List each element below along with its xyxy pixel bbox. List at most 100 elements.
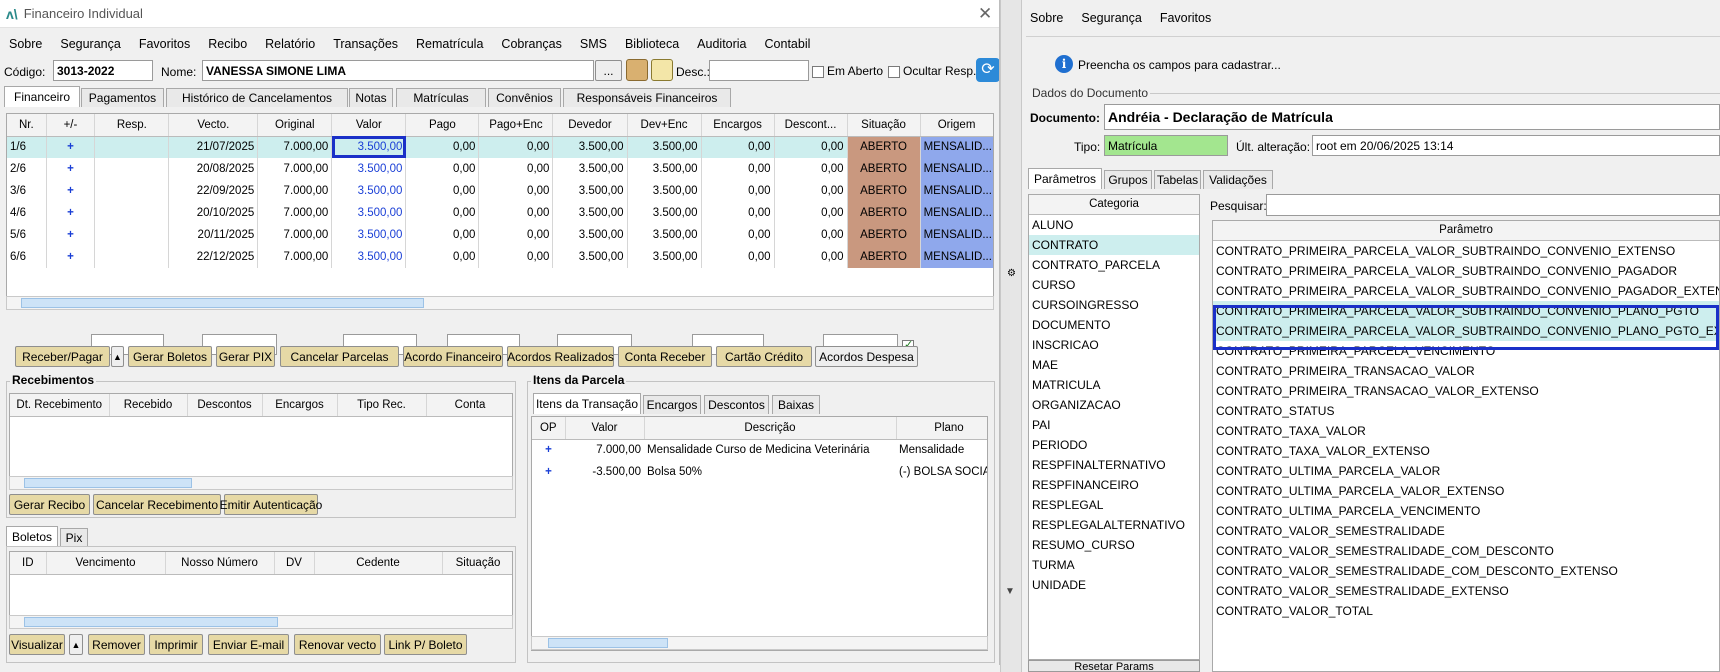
- cell-valor[interactable]: 3.500,00: [331, 246, 407, 268]
- emitir-autenticacao-button[interactable]: Emitir Autenticação: [220, 494, 322, 515]
- column-header-nf[interactable]: NF: [993, 114, 994, 136]
- categoria-item-resumo-curso[interactable]: RESUMO_CURSO: [1029, 535, 1199, 555]
- tab-parametros[interactable]: Parâmetros: [1028, 168, 1102, 189]
- itens-hscrollbar[interactable]: [531, 636, 988, 650]
- parametro-item[interactable]: CONTRATO_VALOR_SEMESTRALIDADE_COM_DESCON…: [1213, 541, 1719, 561]
- tab-validacoes[interactable]: Validações: [1203, 170, 1273, 189]
- acordo-financeiro-button[interactable]: Acordo Financeiro: [403, 346, 503, 367]
- column-header-devedor[interactable]: Devedor: [552, 114, 628, 137]
- menu-rematricula[interactable]: Rematrícula: [407, 37, 492, 51]
- cell-valor[interactable]: 3.500,00: [331, 224, 407, 246]
- nf-checkbox[interactable]: [993, 136, 994, 158]
- parametro-item[interactable]: CONTRATO_PRIMEIRA_PARCELA_VALOR_SUBTRAIN…: [1213, 261, 1719, 281]
- em-aberto-check-icon[interactable]: [812, 65, 824, 78]
- tab-matriculas[interactable]: Matrículas: [396, 88, 486, 107]
- parametro-item[interactable]: CONTRATO_PRIMEIRA_PARCELA_VALOR_SUBTRAIN…: [1213, 281, 1719, 301]
- categoria-item-contrato-parcela[interactable]: CONTRATO_PARCELA: [1029, 255, 1199, 275]
- documento-input[interactable]: Andréia - Declaração de Matrícula: [1104, 104, 1720, 130]
- column-header-origem[interactable]: Origem: [920, 114, 993, 137]
- table-row[interactable]: 5/6 +20/11/2025 7.000,00 3.500,00 0,00 0,00 3.…: [7, 224, 994, 246]
- tab-pix[interactable]: Pix: [60, 528, 88, 547]
- column-header-dv[interactable]: DV: [274, 552, 315, 575]
- nf-checkbox[interactable]: [993, 224, 994, 246]
- menu-favoritos[interactable]: Favoritos: [1151, 11, 1220, 25]
- categoria-item-resplegal[interactable]: RESPLEGAL: [1029, 495, 1199, 515]
- cell-pm[interactable]: +: [46, 224, 96, 246]
- column-header-dt-recebimento[interactable]: Dt. Recebimento: [10, 394, 110, 417]
- tab-boletos[interactable]: Boletos: [6, 526, 58, 547]
- categoria-item-unidade[interactable]: UNIDADE: [1029, 575, 1199, 595]
- categoria-item-inscricao[interactable]: INSCRICAO: [1029, 335, 1199, 355]
- column-header-nr[interactable]: Nr.: [7, 114, 47, 137]
- categoria-item-organizacao[interactable]: ORGANIZACAO: [1029, 395, 1199, 415]
- ocultar-resp-check-icon[interactable]: [888, 65, 900, 78]
- grid-hscrollbar[interactable]: [6, 296, 994, 310]
- cancelar-recebimento-button[interactable]: Cancelar Recebimento: [93, 494, 221, 515]
- parametro-item[interactable]: CONTRATO_VALOR_TOTAL: [1213, 601, 1719, 621]
- column-header-vencimento[interactable]: Vencimento: [46, 552, 166, 575]
- scroll-thumb[interactable]: [548, 638, 668, 648]
- tab-responsaveis-financeiros[interactable]: Responsáveis Financeiros: [563, 88, 731, 107]
- nome-input[interactable]: VANESSA SIMONE LIMA: [202, 60, 594, 81]
- menu-relatorio[interactable]: Relatório: [256, 37, 324, 51]
- em-aberto-checkbox[interactable]: Em Aberto: [812, 64, 883, 78]
- column-header-valor[interactable]: Valor: [565, 417, 645, 440]
- menu-biblioteca[interactable]: Biblioteca: [616, 37, 688, 51]
- gerar-pix-button[interactable]: Gerar PIX: [216, 346, 275, 367]
- menu-sobre[interactable]: Sobre: [0, 37, 51, 51]
- nf-checkbox[interactable]: [993, 202, 994, 224]
- categoria-item-curso[interactable]: CURSO: [1029, 275, 1199, 295]
- categoria-item-matricula[interactable]: MATRICULA: [1029, 375, 1199, 395]
- refresh-icon[interactable]: ⟳: [976, 58, 999, 82]
- scroll-down-icon[interactable]: ▼: [1005, 586, 1015, 597]
- column-header-valor[interactable]: Valor: [331, 114, 407, 137]
- column-header-descont[interactable]: Descont...: [774, 114, 848, 137]
- acordos-despesa-button[interactable]: Acordos Despesa: [815, 346, 918, 367]
- categoria-item-documento[interactable]: DOCUMENTO: [1029, 315, 1199, 335]
- person-icon[interactable]: [626, 59, 648, 81]
- table-row[interactable]: + -3.500,00 Bolsa 50% (-) BOLSA SOCIAL: [532, 461, 987, 483]
- parametro-item[interactable]: CONTRATO_ULTIMA_PARCELA_VALOR: [1213, 461, 1719, 481]
- codigo-input[interactable]: 3013-2022: [53, 60, 153, 81]
- close-icon[interactable]: ✕: [978, 4, 992, 24]
- categoria-item-respfinalternativo[interactable]: RESPFINALTERNATIVO: [1029, 455, 1199, 475]
- gear-icon[interactable]: ⚙: [1007, 268, 1016, 279]
- cell-pm[interactable]: +: [46, 202, 96, 224]
- column-header-id[interactable]: ID: [10, 552, 47, 575]
- cell-valor[interactable]: 3.500,00: [331, 136, 407, 158]
- column-header-cedente[interactable]: Cedente: [314, 552, 443, 575]
- scroll-thumb[interactable]: [24, 617, 278, 627]
- menu-auditoria[interactable]: Auditoria: [688, 37, 755, 51]
- categoria-item-cursoingresso[interactable]: CURSOINGRESSO: [1029, 295, 1199, 315]
- notes-icon[interactable]: [651, 59, 673, 81]
- column-header-descricao[interactable]: Descrição: [644, 417, 897, 440]
- table-row[interactable]: 2/6 +20/08/2025 7.000,00 3.500,00 0,00 0,00 3.…: [7, 158, 993, 180]
- tab-financeiro[interactable]: Financeiro: [4, 86, 80, 107]
- cell-pm[interactable]: +: [46, 246, 96, 268]
- column-header-tipo-rec[interactable]: Tipo Rec.: [337, 394, 427, 417]
- column-header-vecto[interactable]: Vecto.: [168, 114, 259, 137]
- receber-pagar-button[interactable]: Receber/Pagar: [15, 346, 110, 367]
- menu-sobre[interactable]: Sobre: [1022, 11, 1072, 25]
- categoria-item-respfinanceiro[interactable]: RESPFINANCEIRO: [1029, 475, 1199, 495]
- expand-arrow-icon[interactable]: ▲: [111, 346, 124, 367]
- column-header-encargos[interactable]: Encargos: [262, 394, 338, 417]
- cell-valor[interactable]: 3.500,00: [331, 158, 407, 180]
- tab-descontos[interactable]: Descontos: [704, 395, 769, 414]
- menu-cobrancas[interactable]: Cobranças: [492, 37, 570, 51]
- menu-seguranca[interactable]: Segurança: [51, 37, 129, 51]
- cell-pm[interactable]: +: [46, 158, 96, 180]
- gerar-boletos-button[interactable]: Gerar Boletos: [128, 346, 212, 367]
- categoria-item-aluno[interactable]: ALUNO: [1029, 215, 1199, 235]
- pesquisar-input[interactable]: [1266, 194, 1720, 216]
- cancelar-parcelas-button[interactable]: Cancelar Parcelas: [280, 346, 399, 367]
- cell-valor[interactable]: 3.500,00: [331, 202, 407, 224]
- column-header-nosso-numero[interactable]: Nosso Número: [165, 552, 275, 575]
- imprimir-button[interactable]: Imprimir: [149, 634, 203, 655]
- cell-pm[interactable]: +: [46, 180, 96, 202]
- link-p-boleto-button[interactable]: Link P/ Boleto: [384, 634, 467, 655]
- column-header-encargos[interactable]: Encargos: [701, 114, 775, 137]
- enviar-e-mail-button[interactable]: Enviar E-mail: [208, 634, 289, 655]
- nf-checkbox[interactable]: [993, 180, 994, 202]
- parametro-item[interactable]: CONTRATO_PRIMEIRA_TRANSACAO_VALOR: [1213, 361, 1719, 381]
